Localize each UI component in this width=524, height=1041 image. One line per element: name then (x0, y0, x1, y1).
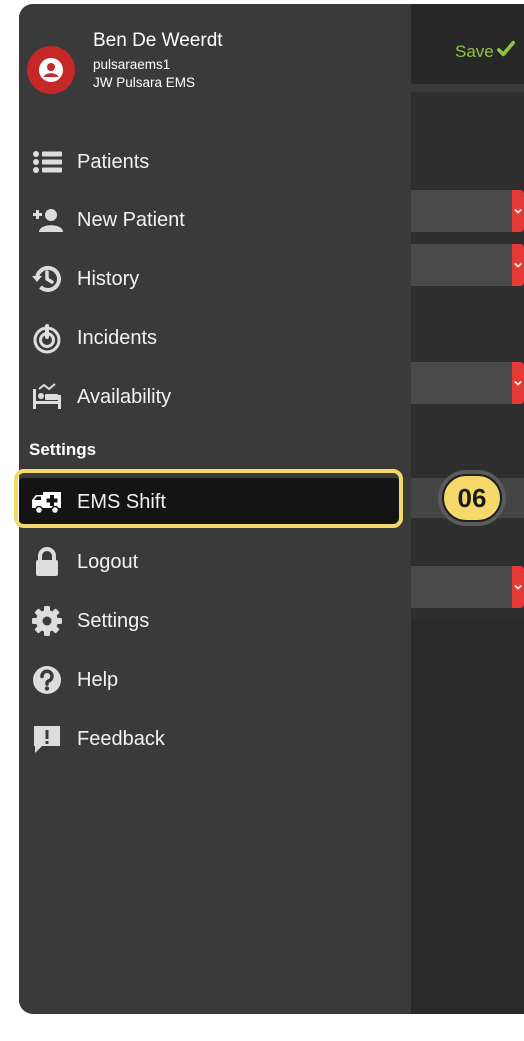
profile-username: pulsaraems1 (93, 57, 171, 72)
step-badge: 06 (442, 474, 502, 522)
menu-item-label: History (77, 267, 140, 290)
menu-item-settings[interactable]: Settings (19, 598, 411, 644)
dropdown-field[interactable] (411, 190, 524, 232)
profile-organization: JW Pulsara EMS (93, 75, 196, 90)
menu-item-label: Settings (77, 609, 150, 632)
settings-section-heading: Settings (29, 440, 97, 459)
menu-item-label: Logout (77, 550, 139, 573)
profile-name: Ben De Weerdt (93, 30, 223, 51)
header-divider (411, 84, 524, 92)
menu-item-label: New Patient (77, 208, 185, 231)
menu-item-label: Help (77, 668, 119, 691)
history-icon (29, 261, 65, 297)
menu-item-history[interactable]: History (19, 256, 411, 302)
gear-icon (29, 603, 65, 639)
menu-item-label: Incidents (77, 326, 158, 349)
menu-item-incidents[interactable]: Incidents (19, 315, 411, 361)
checkmark-icon (496, 40, 515, 63)
dropdown-field[interactable] (411, 244, 524, 286)
menu-item-label: Patients (77, 150, 150, 173)
background-header: Save (411, 4, 524, 84)
dropdown-field[interactable] (411, 566, 524, 608)
chevron-down-icon (512, 362, 524, 404)
add-user-icon (29, 202, 65, 238)
incidents-icon (29, 320, 65, 356)
lock-icon (29, 544, 65, 580)
save-button[interactable]: Save (455, 40, 515, 63)
menu-item-logout[interactable]: Logout (19, 539, 411, 585)
menu-item-label: Feedback (77, 727, 165, 750)
chevron-down-icon (512, 566, 524, 608)
menu-item-help[interactable]: Help (19, 657, 411, 703)
menu-item-availability[interactable]: Availability (19, 374, 411, 420)
menu-item-new-patient[interactable]: New Patient (19, 197, 411, 243)
list-icon (29, 144, 65, 180)
dropdown-field[interactable] (411, 362, 524, 404)
help-icon (29, 662, 65, 698)
user-avatar-icon (27, 46, 75, 94)
background-lower-area (411, 619, 524, 1014)
profile-header[interactable]: Ben De Weerdt pulsaraems1 JW Pulsara EMS (19, 4, 411, 134)
chevron-down-icon (512, 190, 524, 232)
highlight-outline (14, 469, 403, 528)
feedback-icon (29, 721, 65, 757)
save-label: Save (455, 41, 494, 61)
chevron-down-icon (512, 244, 524, 286)
menu-item-feedback[interactable]: Feedback (19, 716, 411, 762)
bed-icon (29, 379, 65, 415)
menu-item-label: Availability (77, 385, 172, 408)
menu-item-patients[interactable]: Patients (19, 139, 411, 185)
